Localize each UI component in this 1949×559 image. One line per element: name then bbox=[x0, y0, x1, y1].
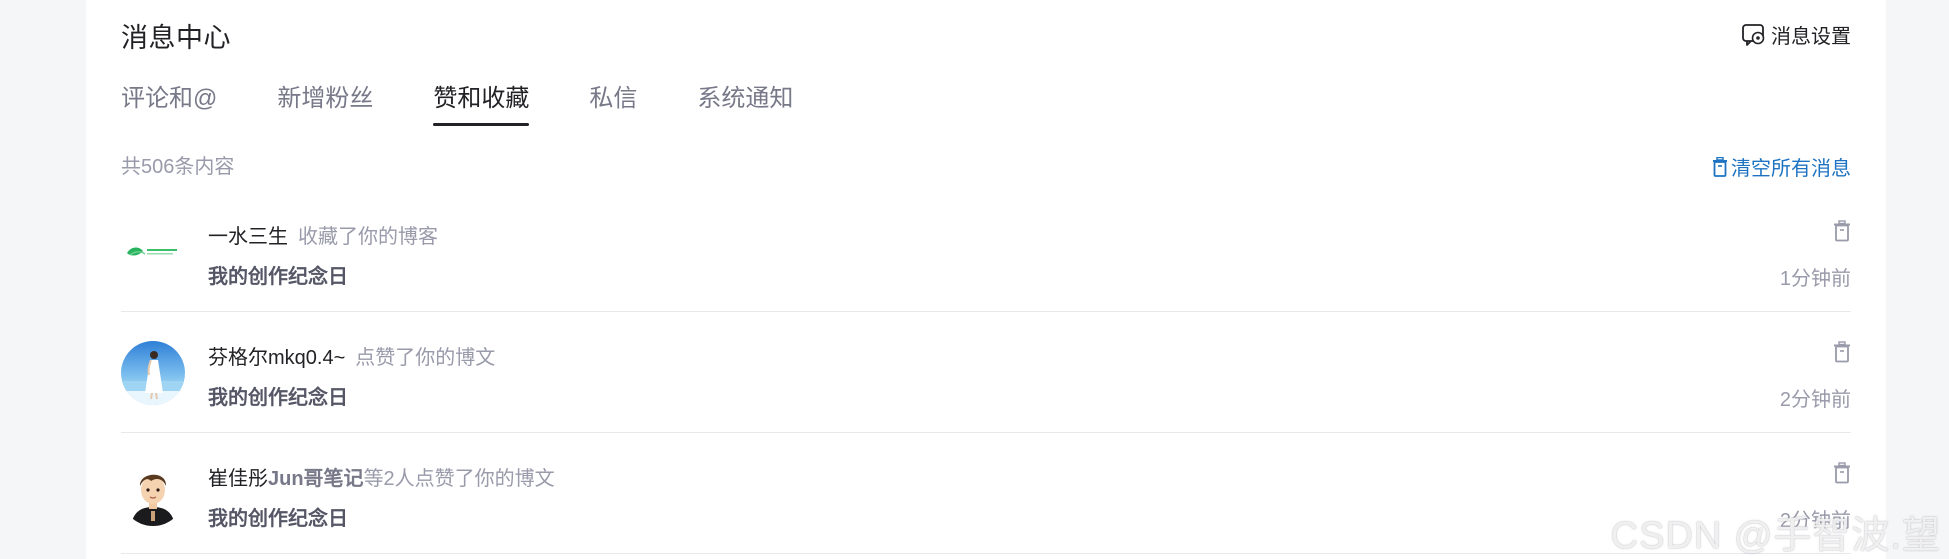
article-title[interactable]: 我的创作纪念日 bbox=[208, 502, 348, 531]
action-text: 点赞了你的博文 bbox=[355, 347, 496, 369]
avatar[interactable] bbox=[121, 220, 185, 284]
item-summary: 崔佳彤Jun哥笔记等2人点赞了你的博文 bbox=[208, 462, 555, 491]
user-name[interactable]: 崔佳彤 bbox=[208, 468, 268, 490]
avatar[interactable] bbox=[121, 462, 185, 526]
clear-all-button[interactable]: 清空所有消息 bbox=[1712, 152, 1851, 181]
message-settings-button[interactable]: 消息设置 bbox=[1741, 20, 1851, 49]
avatar[interactable] bbox=[121, 341, 185, 405]
total-count: 共506条内容 bbox=[121, 156, 235, 178]
tab-bar: 评论和@ 新增粉丝 赞和收藏 私信 系统通知 bbox=[121, 78, 853, 128]
message-center-panel: 消息中心 消息设置 评论和@ 新增粉丝 赞和收藏 私信 系统通知 共506条内容 bbox=[86, 0, 1886, 559]
beach-photo-icon bbox=[121, 341, 185, 405]
user-name-secondary[interactable]: Jun哥笔记 bbox=[268, 468, 364, 490]
user-name[interactable]: 一水三生 bbox=[208, 226, 288, 248]
tab-comments[interactable]: 评论和@ bbox=[121, 78, 217, 126]
message-settings-label: 消息设置 bbox=[1771, 26, 1851, 48]
tab-new-followers[interactable]: 新增粉丝 bbox=[277, 78, 373, 126]
item-summary: 芬格尔mkq0.4~ 点赞了你的博文 bbox=[208, 341, 495, 370]
delete-icon[interactable] bbox=[1833, 341, 1851, 363]
list-item: 芬格尔mkq0.4~ 点赞了你的博文 我的创作纪念日 2分钟前 bbox=[121, 313, 1851, 433]
header: 消息中心 消息设置 bbox=[121, 14, 1851, 56]
delete-icon[interactable] bbox=[1833, 462, 1851, 484]
tab-system-notifications[interactable]: 系统通知 bbox=[697, 78, 793, 126]
tab-private-messages[interactable]: 私信 bbox=[589, 78, 637, 126]
summary-bar: 共506条内容 清空所有消息 bbox=[121, 150, 1851, 180]
list-item: 崔佳彤Jun哥笔记等2人点赞了你的博文 我的创作纪念日 2分钟前 bbox=[121, 434, 1851, 554]
tab-likes-favorites[interactable]: 赞和收藏 bbox=[433, 78, 530, 126]
notification-list: 一水三生 收藏了你的博客 我的创作纪念日 1分钟前 芬格尔mkq0.4~ 点赞了… bbox=[121, 192, 1851, 555]
chat-settings-icon bbox=[1742, 23, 1765, 46]
timestamp: 1分钟前 bbox=[1779, 268, 1851, 290]
timestamp: 2分钟前 bbox=[1779, 389, 1851, 411]
delete-icon[interactable] bbox=[1833, 220, 1851, 242]
article-title[interactable]: 我的创作纪念日 bbox=[208, 381, 348, 410]
action-text: 等2人点赞了你的博文 bbox=[363, 468, 555, 490]
article-title[interactable]: 我的创作纪念日 bbox=[208, 260, 348, 289]
cartoon-boy-icon bbox=[121, 462, 185, 526]
leaf-logo-icon bbox=[121, 220, 185, 284]
watermark: CSDN @手智波.望 bbox=[1610, 515, 1941, 557]
page-title: 消息中心 bbox=[121, 23, 231, 53]
list-item: 一水三生 收藏了你的博客 我的创作纪念日 1分钟前 bbox=[121, 192, 1851, 312]
trash-icon bbox=[1713, 156, 1727, 177]
clear-all-label: 清空所有消息 bbox=[1731, 158, 1851, 180]
item-summary: 一水三生 收藏了你的博客 bbox=[208, 220, 438, 249]
action-text: 收藏了你的博客 bbox=[298, 226, 438, 248]
user-name[interactable]: 芬格尔mkq0.4~ bbox=[208, 347, 345, 369]
